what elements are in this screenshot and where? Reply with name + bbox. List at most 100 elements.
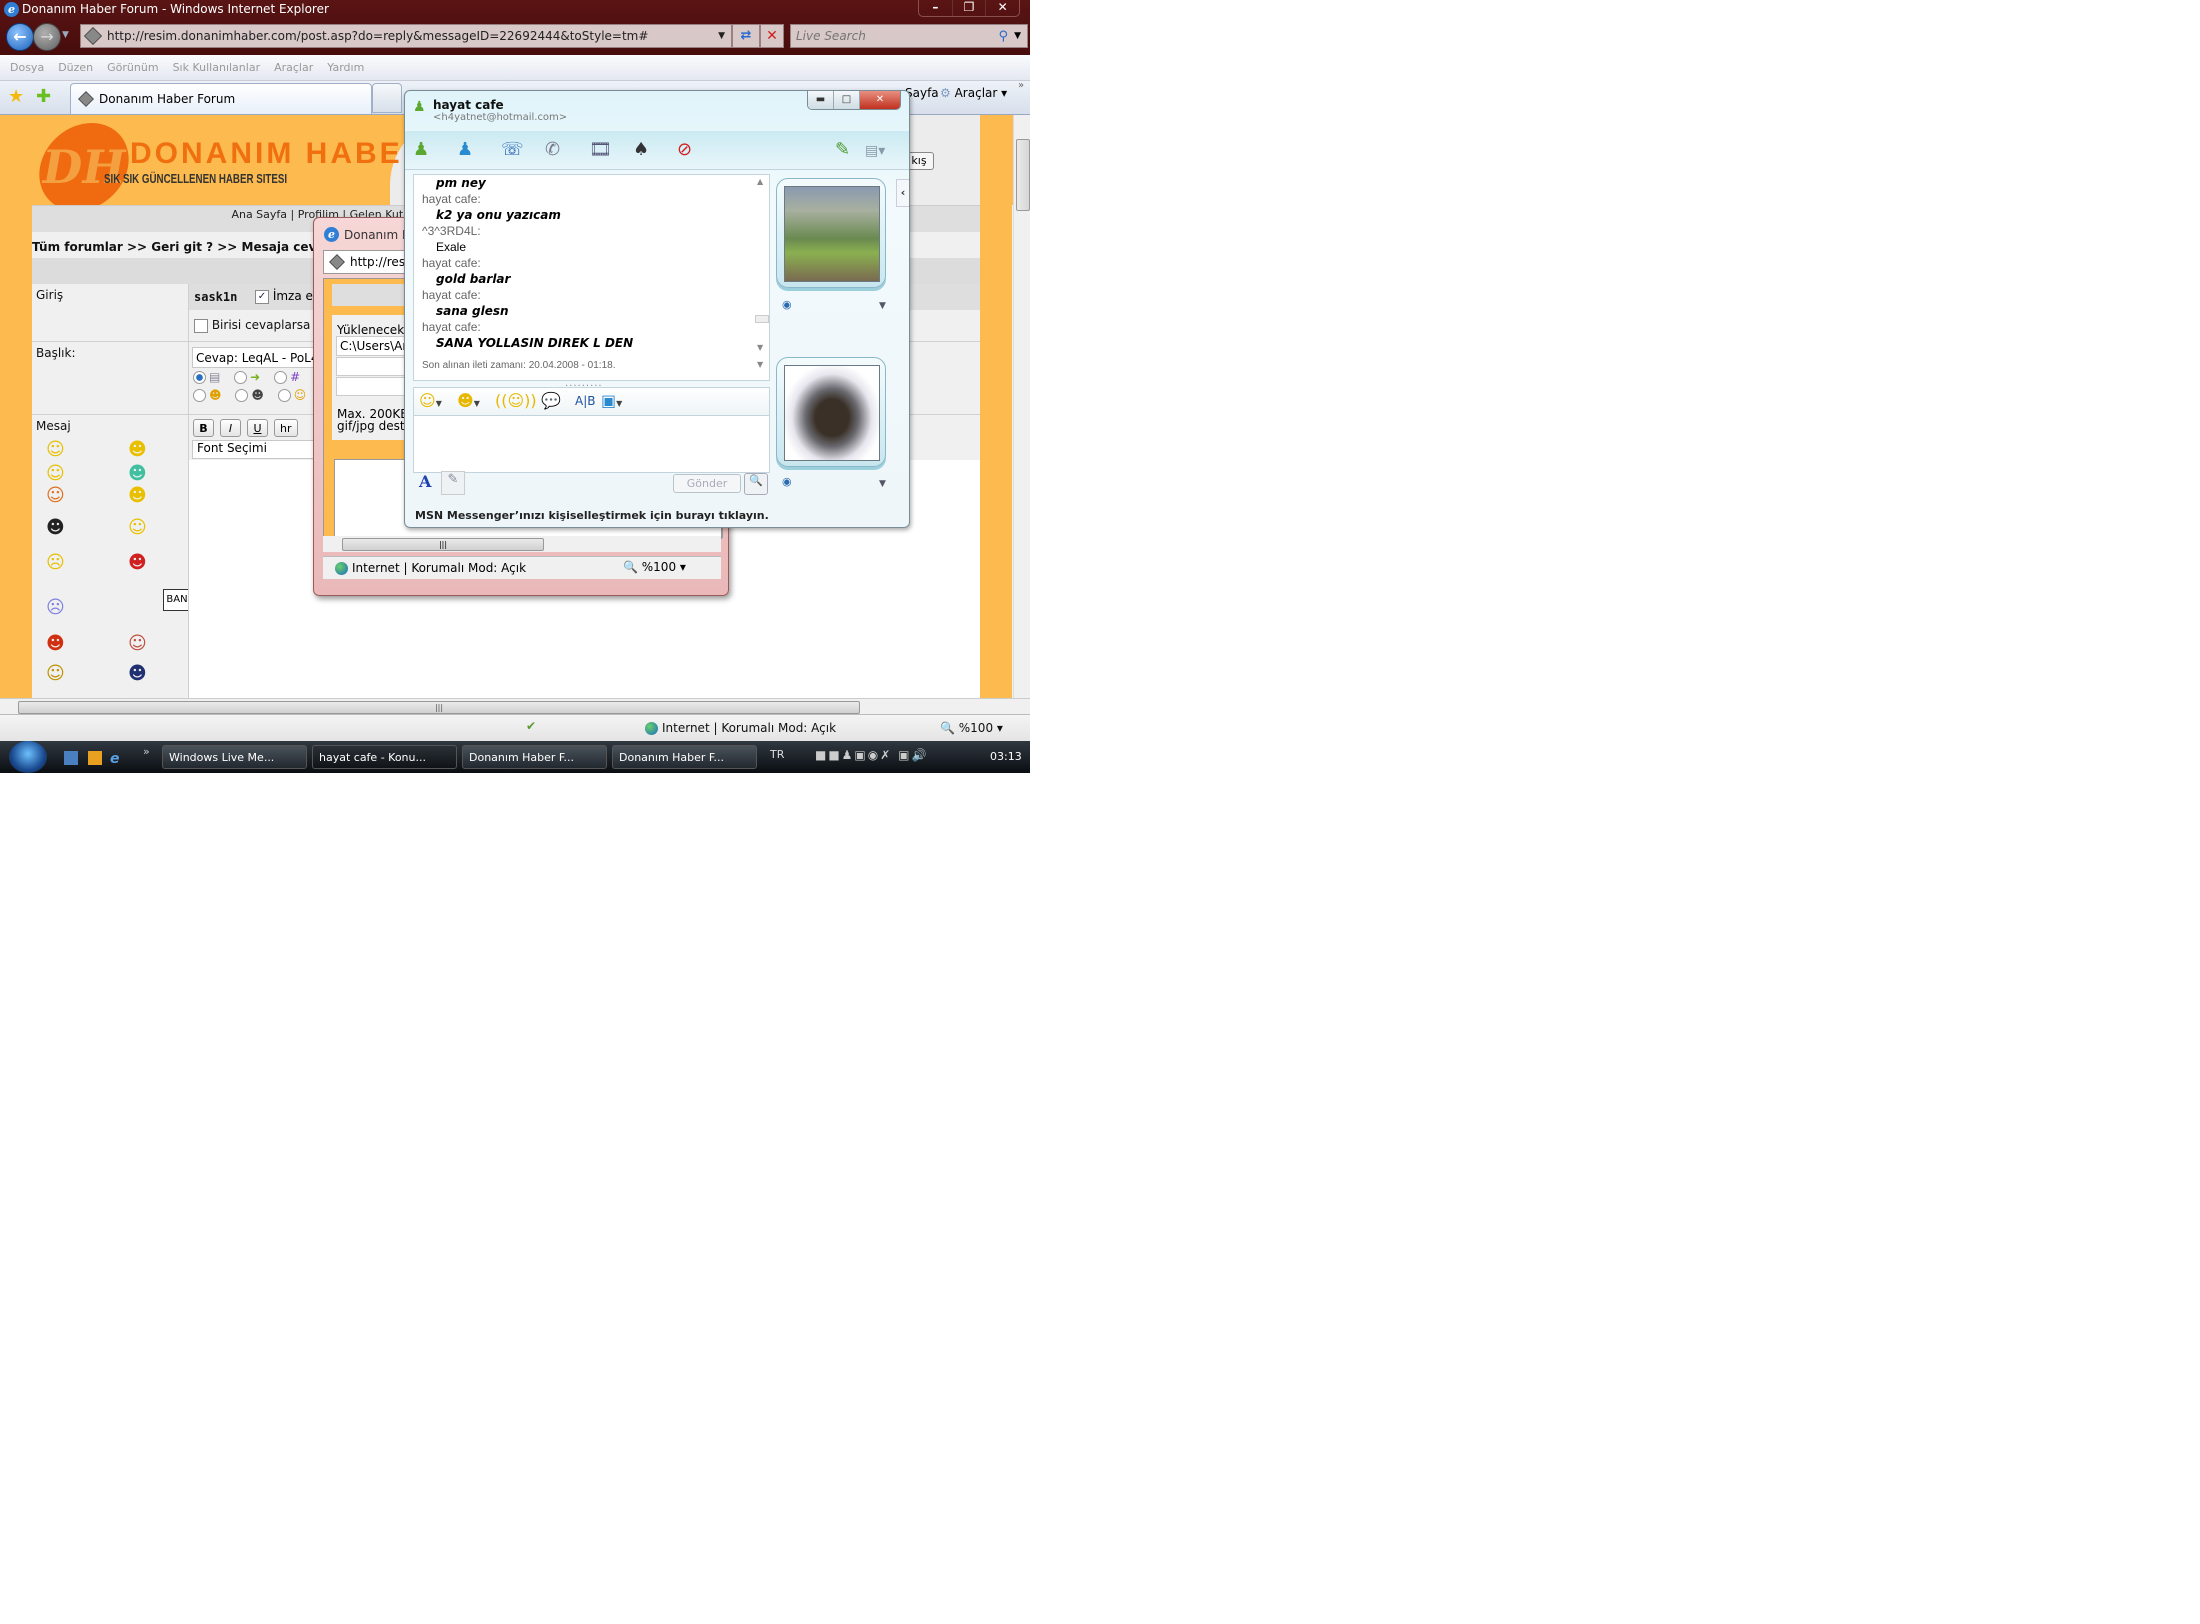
signature-checkbox[interactable]: ✓ [255,289,269,304]
bold-button[interactable]: B [193,419,214,437]
clock[interactable]: 03:13 [990,750,1022,763]
scroll-down-icon[interactable]: ▼ [757,343,763,352]
hr-button[interactable]: hr [274,419,298,437]
chevron-down-icon[interactable]: ▼ [718,31,725,41]
show-desktop-icon[interactable] [64,751,78,765]
options-menu-icon[interactable]: ▤▾ [865,143,885,159]
icon-radio[interactable] [234,371,248,384]
start-button[interactable] [9,741,47,773]
scroll-end-icon[interactable]: ▼ [757,360,763,369]
tab-donanim-haber[interactable]: Donanım Haber Forum [70,83,372,114]
refresh-button[interactable]: ⇄ [732,24,760,48]
sombrero-emoticon-icon[interactable]: ☺ [46,663,65,684]
voice-call-icon[interactable]: ✆ [545,139,560,160]
video-call-icon[interactable]: ☏ [501,139,524,160]
favorites-star-icon[interactable]: ★ [8,86,24,107]
orange-emoticon-icon[interactable]: ☺ [46,485,65,506]
message-input[interactable] [413,415,770,473]
handwriting-icon[interactable]: ✎ [441,471,465,495]
taskbar-button-ie-2[interactable]: Donanım Haber F... [612,745,757,769]
vertical-scrollbar[interactable] [1013,115,1030,698]
close-button[interactable]: ✕ [859,91,900,109]
webcam-icon[interactable]: ◉ [782,298,792,311]
confused-emoticon-icon[interactable]: ☹ [46,552,65,573]
menu-tools[interactable]: Araçlar [274,61,313,74]
emoticon-menu-icon[interactable]: ☺▼ [419,391,442,410]
taskbar-button-messenger[interactable]: Windows Live Me... [162,745,307,769]
paintbrush-icon[interactable]: ✎ [835,139,850,160]
webcam-icon[interactable]: ◉ [782,475,792,488]
icon-radio[interactable] [235,389,249,402]
rock-emoticon-icon[interactable]: ☻ [46,517,65,538]
thumbsup-emoticon-icon[interactable]: ☺ [128,517,147,538]
taskbar-button-chat[interactable]: hayat cafe - Konu... [312,745,457,769]
minimize-button[interactable]: ▬ [808,91,833,109]
search-icon[interactable]: 🔍 [744,473,768,495]
icon-radio[interactable] [277,389,291,402]
address-url[interactable]: http://resim.donanimhaber.com/post.asp?d… [107,29,648,43]
chevron-down-icon[interactable]: ▼ [879,479,886,489]
scroll-up-icon[interactable]: ▲ [757,177,763,186]
scroll-thumb[interactable]: ||| [18,701,860,714]
taskbar-button-ie-1[interactable]: Donanım Haber F... [462,745,607,769]
more-quicklaunch-icon[interactable]: » [143,745,150,758]
scroll-thumb[interactable] [755,315,769,323]
activities-icon[interactable]: 🎞 [589,139,612,160]
tray-icons[interactable]: ■■♟▣◉✗ ▣🔊 [815,748,928,762]
minimize-button[interactable]: – [919,0,952,16]
nudge-icon[interactable]: ((☺)) [495,391,537,410]
send-button[interactable]: Gönder [673,474,741,493]
background-icon[interactable]: ▣▼ [601,391,622,410]
page-menu-button[interactable]: Sayfa [905,86,939,100]
security-zone[interactable]: Internet | Korumalı Mod: Açık [335,561,526,575]
menu-view[interactable]: Görünüm [107,61,158,74]
add-favorite-icon[interactable]: ✚ [36,86,51,107]
devil-emoticon-icon[interactable]: ☺ [46,463,65,484]
search-input[interactable] [791,28,978,44]
font-icon[interactable]: A|B [575,394,595,408]
more-commands-icon[interactable]: » [1018,80,1024,91]
tools-menu-button[interactable]: ⚙ Araçlar ▾ [940,86,1007,100]
police-emoticon-icon[interactable]: ☻ [128,663,147,684]
king-emoticon-icon[interactable]: ☻ [128,463,147,484]
block-contact-icon[interactable]: ⊘ [677,139,692,160]
search-options-icon[interactable]: ▼ [1014,31,1021,41]
maximize-button[interactable]: □ [833,91,859,109]
fire-emoticon-icon[interactable]: ☻ [46,633,65,654]
language-indicator[interactable]: TR [770,748,784,761]
notify-checkbox[interactable] [194,318,208,333]
zoom-level[interactable]: 🔍 %100 ▾ [940,721,1003,735]
smile-emoticon-icon[interactable]: ☺ [46,439,65,460]
grin-emoticon-icon[interactable]: ☻ [128,439,147,460]
invite-contact-icon[interactable]: ♟ [413,139,429,160]
games-icon[interactable]: ♠ [633,139,649,160]
customize-link[interactable]: MSN Messenger’ınızı kişiselleştirmek içi… [415,509,769,522]
megaphone-emoticon-icon[interactable]: ☻ [128,552,147,573]
notify-option[interactable]: Birisi cevaplarsa b [194,318,322,333]
search-box[interactable]: ⚲ ▼ [790,24,1028,48]
menu-edit[interactable]: Düzen [58,61,93,74]
contact-display-picture[interactable] [776,178,886,288]
menu-help[interactable]: Yardım [327,61,364,74]
close-button[interactable]: ✕ [985,0,1019,16]
voice-clip-icon[interactable]: 💬 [541,391,561,410]
icon-radio[interactable] [274,371,288,384]
share-files-icon[interactable]: ♟ [457,139,473,160]
search-icon[interactable]: ⚲ [999,29,1009,44]
restore-button[interactable]: ❐ [951,0,986,16]
stop-button[interactable]: ✕ [760,24,784,48]
history-dropdown-icon[interactable]: ▼ [62,30,69,40]
scroll-thumb[interactable]: ||| [342,538,544,551]
horizontal-scrollbar[interactable]: ||| [323,536,721,552]
menu-file[interactable]: Dosya [10,61,44,74]
forward-button[interactable]: → [33,23,61,51]
italic-button[interactable]: I [220,419,241,437]
wink-menu-icon[interactable]: ☻▼ [457,391,480,410]
cool-emoticon-icon[interactable]: ☻ [128,485,147,506]
media-player-icon[interactable] [88,751,102,765]
underline-button[interactable]: U [247,419,268,437]
security-zone[interactable]: Internet | Korumalı Mod: Açık [645,721,836,735]
zoom-level[interactable]: 🔍 %100 ▾ [623,560,686,574]
chat-scrollbar[interactable]: ▲ ▼ ▼ [753,175,769,380]
redface-emoticon-icon[interactable]: ☺ [128,633,147,654]
